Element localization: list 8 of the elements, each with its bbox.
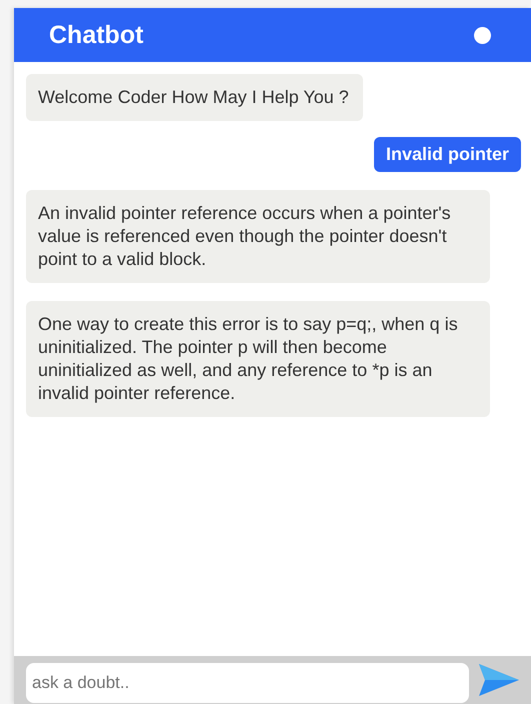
send-icon[interactable] [479, 664, 519, 696]
message-input-field[interactable]: ask a doubt.. [26, 663, 469, 703]
status-dot-icon [474, 26, 491, 44]
bot-message: One way to create this error is to say p=q;, when q is uninitialized. The pointer p will then become uninitialized as well, and any reference to *p is an invalid pointer reference. [26, 301, 490, 417]
bot-message: Welcome Coder How May I Help You ? [26, 74, 363, 121]
bot-message: An invalid pointer reference occurs when a pointer's value is referenced even though the pointer doesn't point to a valid block. [26, 190, 490, 283]
user-message: Invalid pointer [374, 137, 521, 172]
chat-title: Chatbot [49, 20, 144, 50]
